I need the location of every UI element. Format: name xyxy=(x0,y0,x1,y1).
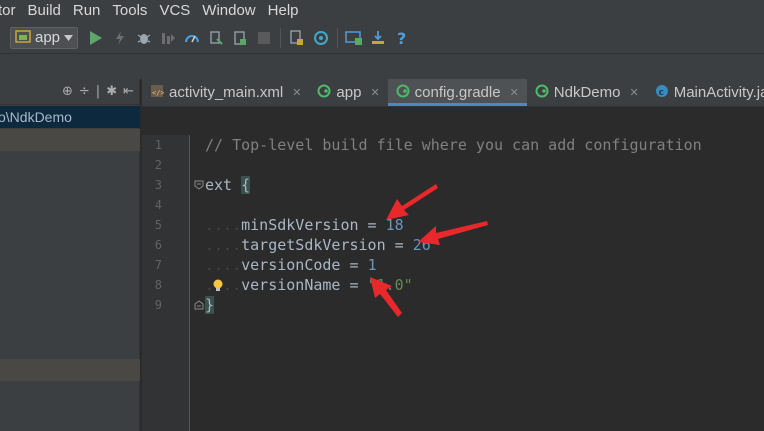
indent-guide: .... xyxy=(205,256,242,274)
identifier: versionName = xyxy=(241,276,368,294)
line-number: 5 xyxy=(154,218,162,232)
tab-label: NdkDemo xyxy=(553,84,621,101)
code-editor[interactable]: 1 2 3 4 5 6 7 8 9 // Top-level build fil… xyxy=(142,108,764,431)
menu-run[interactable]: Run xyxy=(67,0,107,22)
lightbulb-icon[interactable] xyxy=(212,279,224,293)
line-number-gutter: 1 2 3 4 5 6 7 8 9 xyxy=(142,135,190,431)
tab-ndkdemo[interactable]: NdkDemo ✕ xyxy=(527,79,647,106)
close-icon[interactable]: ✕ xyxy=(510,86,519,99)
xml-file-icon: </> xyxy=(150,84,165,102)
code-line-1: // Top-level build file where you can ad… xyxy=(205,135,702,155)
close-icon[interactable]: ✕ xyxy=(292,86,301,99)
brace: { xyxy=(241,176,251,194)
menu-editor[interactable]: tor xyxy=(0,0,22,22)
locate-file-icon[interactable]: ⊕ xyxy=(62,84,73,99)
line-number: 9 xyxy=(154,298,162,312)
run-icon[interactable] xyxy=(85,27,107,49)
run-config-label: app xyxy=(35,29,61,46)
code-line-7: ....versionCode = 1 xyxy=(205,255,377,275)
debug-icon[interactable] xyxy=(133,27,155,49)
tab-mainactivity[interactable]: c MainActivity.ja xyxy=(647,79,764,106)
code-line-6: ....targetSdkVersion = 26 xyxy=(205,235,431,255)
project-tree-row[interactable] xyxy=(0,359,140,381)
gradle-sync-icon[interactable] xyxy=(310,27,332,49)
tab-label: app xyxy=(336,84,362,101)
fold-close-icon[interactable] xyxy=(194,300,204,310)
indent-guide: .... xyxy=(205,216,242,234)
toolbar-gap xyxy=(0,54,764,79)
collapse-all-icon[interactable]: ÷ xyxy=(79,84,90,99)
android-module-icon xyxy=(15,29,31,47)
chevron-down-icon xyxy=(64,30,74,45)
toolbar-divider xyxy=(337,27,339,48)
apply-changes-icon[interactable] xyxy=(109,27,131,49)
code-line-3: ext { xyxy=(205,175,251,195)
editor-tab-bar: </> activity_main.xml ✕ app ✕ config.gra… xyxy=(142,79,764,107)
tab-label: MainActivity.ja xyxy=(673,84,764,101)
tab-label: config.gradle xyxy=(414,84,501,101)
tab-label: activity_main.xml xyxy=(169,84,284,101)
line-number: 7 xyxy=(154,258,162,272)
code-line-5: ....minSdkVersion = 18 xyxy=(205,215,404,235)
identifier: ext xyxy=(205,176,242,194)
profile-icon[interactable] xyxy=(181,27,203,49)
fold-open-icon[interactable] xyxy=(194,180,204,190)
line-number: 8 xyxy=(154,278,162,292)
code-line-9: } xyxy=(205,295,215,315)
comment: // Top-level build file where you can ad… xyxy=(205,136,702,154)
menu-window[interactable]: Window xyxy=(196,0,261,22)
class-icon: c xyxy=(655,84,669,102)
line-number: 6 xyxy=(154,238,162,252)
line-number: 3 xyxy=(154,178,162,192)
panel-divider: | xyxy=(95,84,101,99)
code-line-8: ....versionName = "1.0" xyxy=(205,275,413,295)
menu-tools[interactable]: Tools xyxy=(106,0,153,22)
sdk-manager-icon[interactable] xyxy=(367,27,389,49)
hide-panel-icon[interactable]: ⇤ xyxy=(123,84,134,99)
identifier: targetSdkVersion = xyxy=(241,236,413,254)
project-tree-row[interactable] xyxy=(0,129,140,151)
svg-text:c: c xyxy=(658,88,663,98)
identifier: minSdkVersion = xyxy=(241,216,386,234)
gradle-icon xyxy=(396,84,410,102)
number-literal: 26 xyxy=(412,236,431,254)
menu-help[interactable]: Help xyxy=(262,0,305,22)
menu-vcs[interactable]: VCS xyxy=(153,0,196,22)
sync-project-icon[interactable] xyxy=(286,27,308,49)
number-literal: 18 xyxy=(385,216,404,234)
tab-activity-main-xml[interactable]: </> activity_main.xml ✕ xyxy=(142,79,309,106)
gradle-icon xyxy=(535,84,549,102)
run-config-select[interactable]: app xyxy=(10,26,79,49)
brace: } xyxy=(205,296,215,314)
stop-icon[interactable] xyxy=(253,27,275,49)
string-literal: "1.0" xyxy=(367,276,413,294)
close-icon[interactable]: ✕ xyxy=(370,86,379,99)
indent-guide: .... xyxy=(205,236,242,254)
tab-app[interactable]: app ✕ xyxy=(309,79,387,106)
help-icon[interactable]: ? xyxy=(391,27,413,49)
gear-icon[interactable]: ✱ xyxy=(106,84,117,99)
project-panel: ⊕ ÷ | ✱ ⇤ o\NdkDemo xyxy=(0,79,140,431)
menu-build[interactable]: Build xyxy=(22,0,67,22)
line-number: 1 xyxy=(154,138,162,152)
line-number: 4 xyxy=(154,198,162,212)
apply-code-changes-icon[interactable] xyxy=(229,27,251,49)
menu-bar: tor Build Run Tools VCS Window Help xyxy=(0,0,764,22)
identifier: versionCode = xyxy=(241,256,368,274)
svg-text:?: ? xyxy=(397,30,406,46)
number-literal: 1 xyxy=(367,256,377,274)
project-path-label: o\NdkDemo xyxy=(0,109,72,125)
close-icon[interactable]: ✕ xyxy=(629,86,638,99)
project-tree-selected-row[interactable]: o\NdkDemo xyxy=(0,106,140,128)
main-toolbar: app ? xyxy=(0,22,764,54)
line-number: 2 xyxy=(154,158,162,172)
coverage-icon[interactable] xyxy=(157,27,179,49)
avd-manager-icon[interactable] xyxy=(343,27,365,49)
svg-text:</>: </> xyxy=(152,89,164,97)
attach-debugger-icon[interactable] xyxy=(205,27,227,49)
project-panel-toolbar: ⊕ ÷ | ✱ ⇤ xyxy=(0,79,140,105)
tab-config-gradle[interactable]: config.gradle ✕ xyxy=(387,79,527,106)
gradle-icon xyxy=(317,84,331,102)
toolbar-divider xyxy=(280,27,282,48)
